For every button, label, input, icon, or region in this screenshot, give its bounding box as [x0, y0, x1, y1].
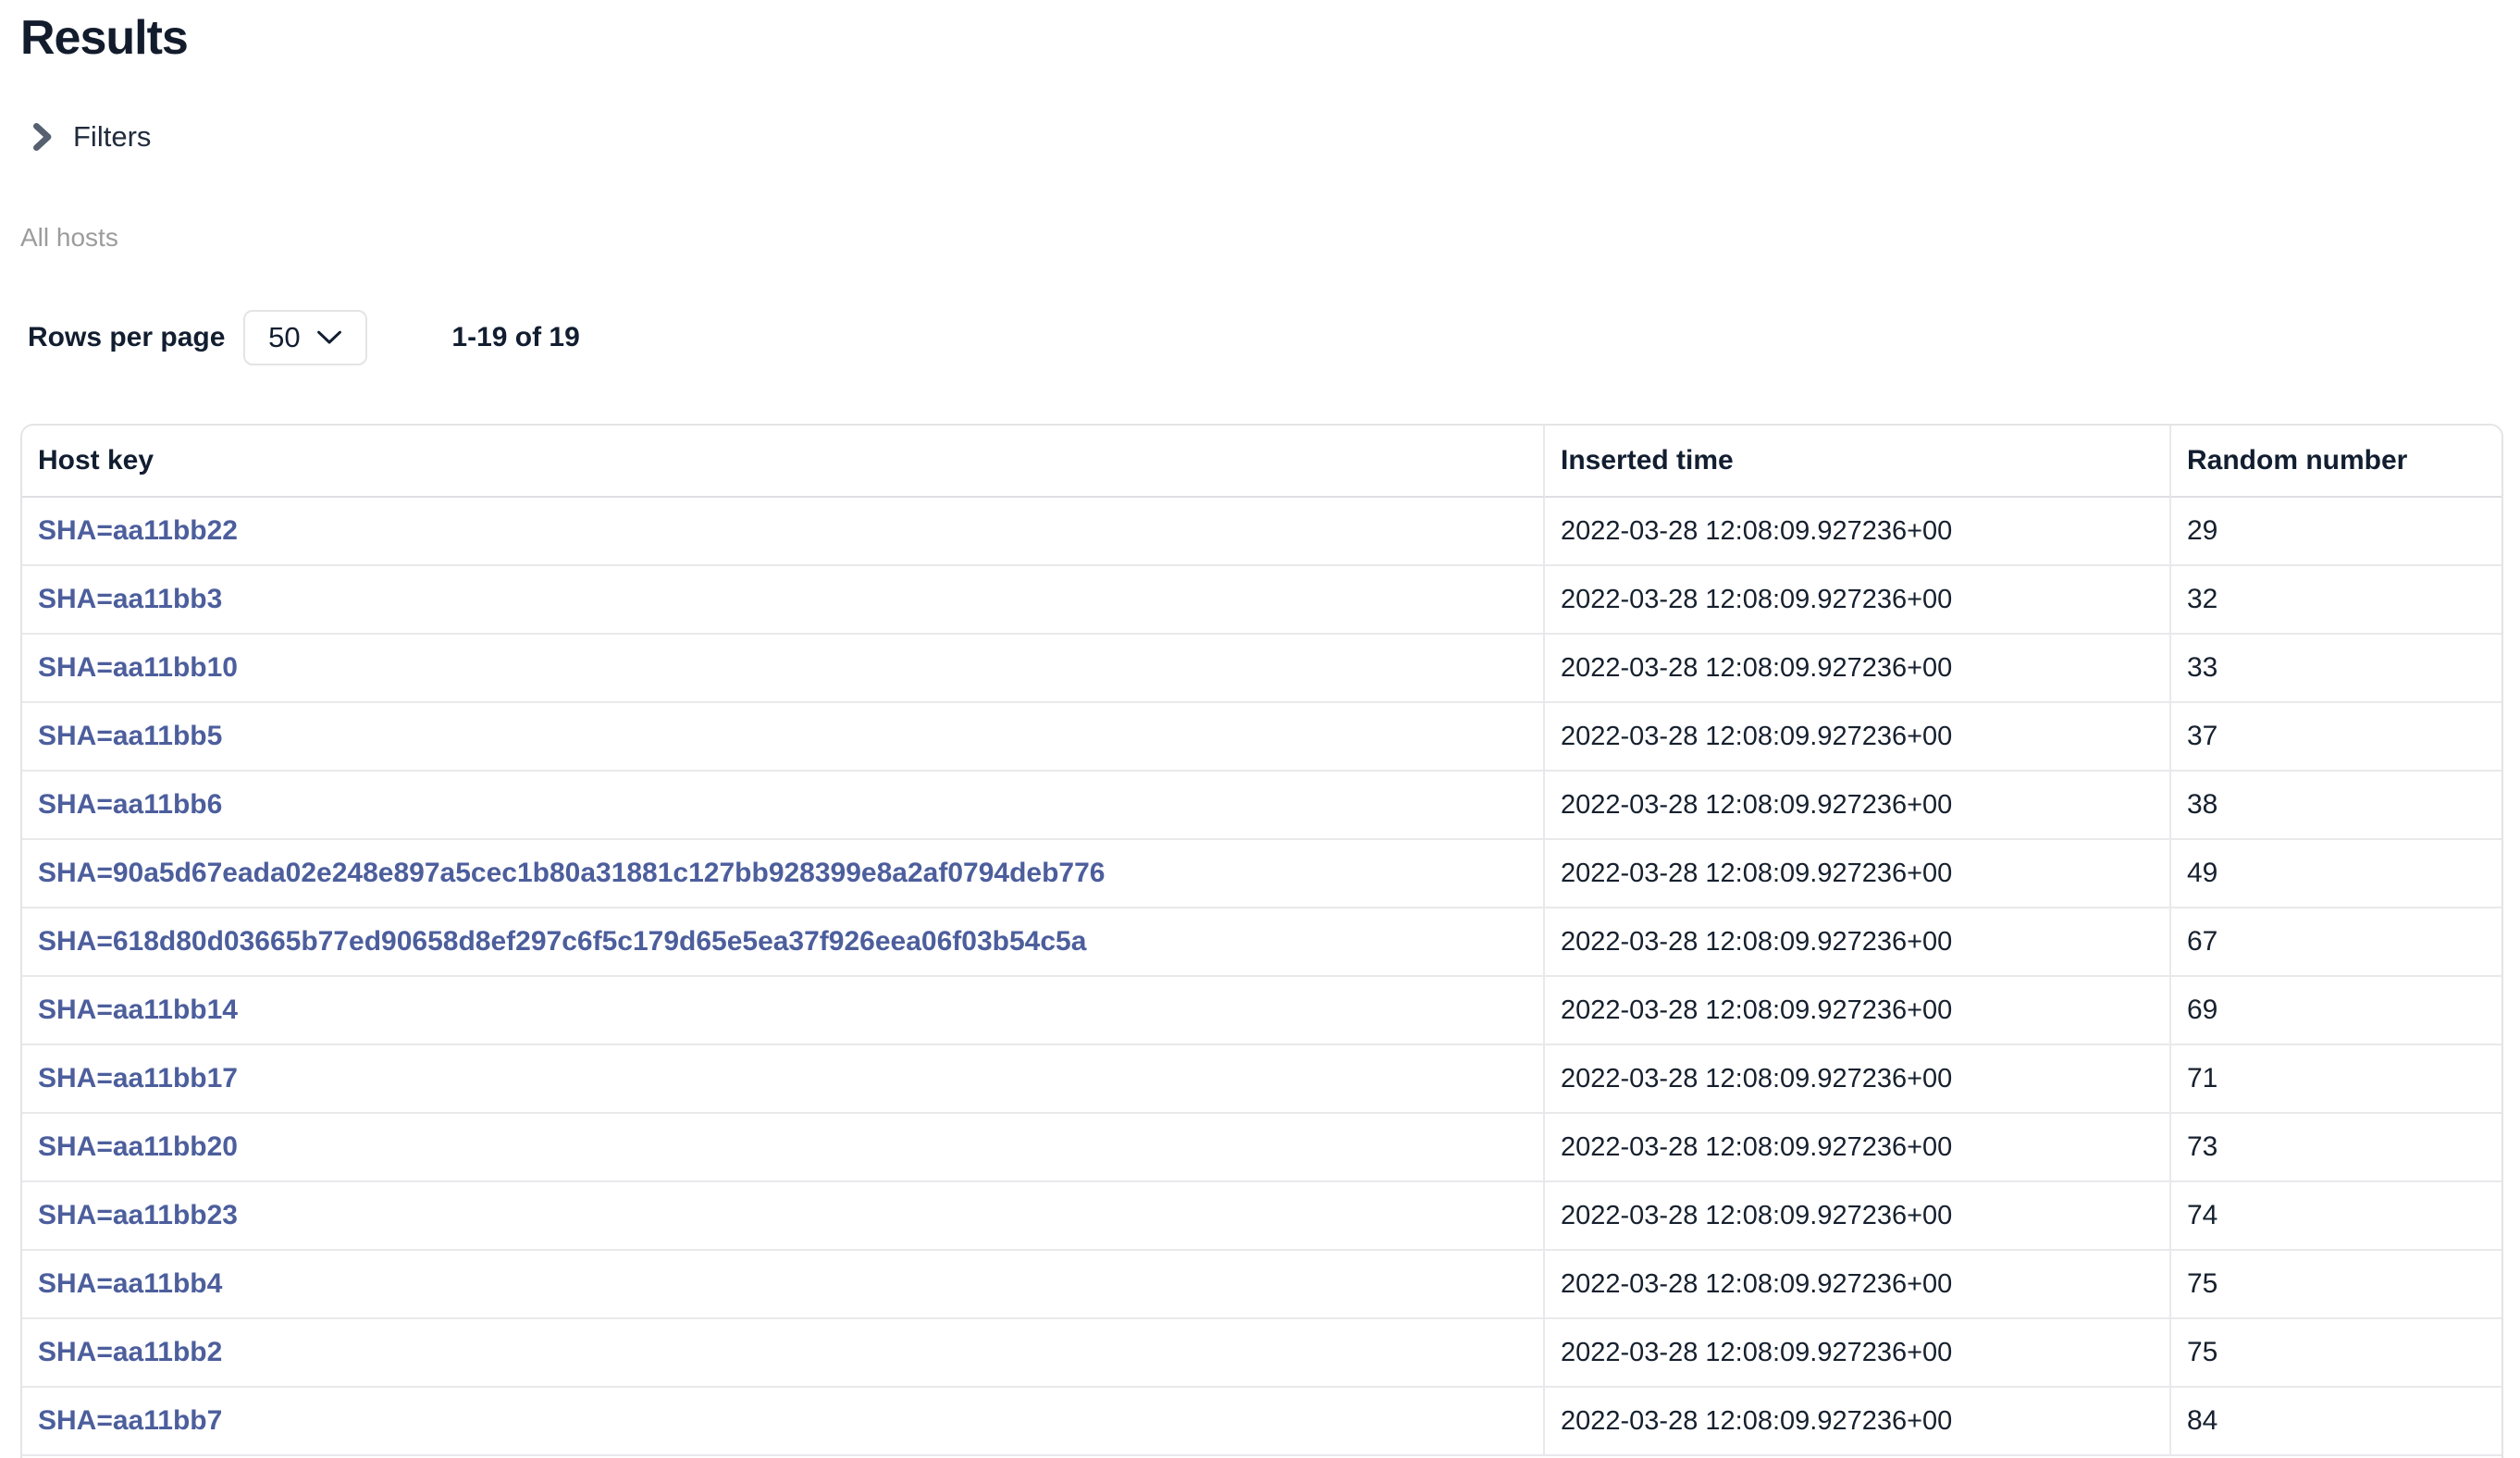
- host-key-cell: SHA=aa11bb6: [22, 772, 1545, 840]
- host-key-cell: SHA=aa11bb4: [22, 1251, 1545, 1319]
- host-key-cell: SHA=aa11bb3: [22, 566, 1545, 635]
- table-row: SHA=aa11bb17 2022-03-28 12:08:09.927236+…: [22, 1045, 2501, 1114]
- filters-expander[interactable]: Filters: [31, 120, 151, 154]
- table-header-row: Host key Inserted time Random number: [22, 426, 2501, 498]
- table-row: SHA=aa11bb20 2022-03-28 12:08:09.927236+…: [22, 1114, 2501, 1182]
- random-number-cell: 29: [2171, 498, 2501, 566]
- random-number-cell: 75: [2171, 1251, 2501, 1319]
- random-number-cell: 75: [2171, 1319, 2501, 1388]
- host-key-link[interactable]: SHA=aa11bb20: [38, 1131, 238, 1163]
- pagination-range-text: 1-19 of 19: [451, 322, 579, 353]
- host-key-cell: SHA=aa11bb22: [22, 498, 1545, 566]
- random-number-cell: 73: [2171, 1114, 2501, 1182]
- host-scope-label: All hosts: [20, 224, 2505, 252]
- host-key-cell: SHA=aa11bb2: [22, 1319, 1545, 1388]
- inserted-time-cell: 2022-03-28 12:08:09.927236+00: [1545, 1251, 2171, 1319]
- filters-label: Filters: [73, 120, 151, 154]
- host-key-link[interactable]: SHA=aa11bb6: [38, 789, 222, 821]
- page-title: Results: [20, 13, 2505, 63]
- random-number-cell: 37: [2171, 703, 2501, 772]
- host-key-cell: SHA=aa11bb17: [22, 1045, 1545, 1114]
- inserted-time-cell: 2022-03-28 12:08:09.927236+00: [1545, 1182, 2171, 1251]
- rows-per-page-select[interactable]: 50: [243, 310, 367, 365]
- random-number-cell: 69: [2171, 977, 2501, 1045]
- table-row: SHA=aa11bb4 2022-03-28 12:08:09.927236+0…: [22, 1251, 2501, 1319]
- inserted-time-cell: 2022-03-28 12:08:09.927236+00: [1545, 977, 2171, 1045]
- host-key-link[interactable]: SHA=aa11bb3: [38, 584, 222, 615]
- table-row: SHA=aa11bb14 2022-03-28 12:08:09.927236+…: [22, 977, 2501, 1045]
- table-row: SHA=aa11bb7 2022-03-28 12:08:09.927236+0…: [22, 1388, 2501, 1456]
- results-table: Host key Inserted time Random number SHA…: [20, 424, 2503, 1458]
- inserted-time-cell: 2022-03-28 12:08:09.927236+00: [1545, 1319, 2171, 1388]
- table-body: SHA=aa11bb22 2022-03-28 12:08:09.927236+…: [22, 498, 2501, 1456]
- host-key-link[interactable]: SHA=90a5d67eada02e248e897a5cec1b80a31881…: [38, 858, 1105, 889]
- chevron-down-icon: [315, 329, 343, 346]
- host-key-cell: SHA=aa11bb7: [22, 1388, 1545, 1456]
- rows-per-page-value: 50: [268, 321, 300, 354]
- host-key-link[interactable]: SHA=aa11bb22: [38, 515, 238, 547]
- inserted-time-cell: 2022-03-28 12:08:09.927236+00: [1545, 1388, 2171, 1456]
- results-page: Results Filters All hosts Rows per page …: [0, 13, 2520, 1458]
- table-row: SHA=aa11bb6 2022-03-28 12:08:09.927236+0…: [22, 772, 2501, 840]
- host-key-cell: SHA=90a5d67eada02e248e897a5cec1b80a31881…: [22, 840, 1545, 908]
- host-key-link[interactable]: SHA=aa11bb4: [38, 1268, 222, 1300]
- random-number-cell: 38: [2171, 772, 2501, 840]
- host-key-cell: SHA=aa11bb14: [22, 977, 1545, 1045]
- inserted-time-cell: 2022-03-28 12:08:09.927236+00: [1545, 1114, 2171, 1182]
- table-row: SHA=618d80d03665b77ed90658d8ef297c6f5c17…: [22, 908, 2501, 977]
- table-row: SHA=90a5d67eada02e248e897a5cec1b80a31881…: [22, 840, 2501, 908]
- host-key-link[interactable]: SHA=aa11bb2: [38, 1337, 222, 1368]
- pagination-controls: Rows per page 50 1-19 of 19: [20, 310, 2505, 365]
- inserted-time-cell: 2022-03-28 12:08:09.927236+00: [1545, 1045, 2171, 1114]
- random-number-cell: 33: [2171, 635, 2501, 703]
- host-key-link[interactable]: SHA=aa11bb17: [38, 1063, 238, 1094]
- host-key-link[interactable]: SHA=aa11bb5: [38, 721, 222, 752]
- host-key-cell: SHA=aa11bb20: [22, 1114, 1545, 1182]
- inserted-time-cell: 2022-03-28 12:08:09.927236+00: [1545, 703, 2171, 772]
- column-header-random-number: Random number: [2171, 426, 2501, 498]
- inserted-time-cell: 2022-03-28 12:08:09.927236+00: [1545, 498, 2171, 566]
- chevron-right-icon: [31, 122, 53, 152]
- random-number-cell: 67: [2171, 908, 2501, 977]
- rows-per-page-label: Rows per page: [28, 322, 225, 353]
- inserted-time-cell: 2022-03-28 12:08:09.927236+00: [1545, 840, 2171, 908]
- host-key-cell: SHA=aa11bb23: [22, 1182, 1545, 1251]
- inserted-time-cell: 2022-03-28 12:08:09.927236+00: [1545, 772, 2171, 840]
- random-number-cell: 49: [2171, 840, 2501, 908]
- random-number-cell: 71: [2171, 1045, 2501, 1114]
- inserted-time-cell: 2022-03-28 12:08:09.927236+00: [1545, 566, 2171, 635]
- table-row: SHA=aa11bb3 2022-03-28 12:08:09.927236+0…: [22, 566, 2501, 635]
- random-number-cell: 84: [2171, 1388, 2501, 1456]
- host-key-cell: SHA=aa11bb5: [22, 703, 1545, 772]
- table-row: SHA=aa11bb2 2022-03-28 12:08:09.927236+0…: [22, 1319, 2501, 1388]
- host-key-link[interactable]: SHA=618d80d03665b77ed90658d8ef297c6f5c17…: [38, 926, 1086, 958]
- host-key-link[interactable]: SHA=aa11bb10: [38, 652, 238, 684]
- table-row: SHA=aa11bb22 2022-03-28 12:08:09.927236+…: [22, 498, 2501, 566]
- host-key-cell: SHA=aa11bb10: [22, 635, 1545, 703]
- host-key-link[interactable]: SHA=aa11bb14: [38, 995, 238, 1026]
- host-key-cell: SHA=618d80d03665b77ed90658d8ef297c6f5c17…: [22, 908, 1545, 977]
- host-key-link[interactable]: SHA=aa11bb7: [38, 1405, 222, 1437]
- random-number-cell: 74: [2171, 1182, 2501, 1251]
- inserted-time-cell: 2022-03-28 12:08:09.927236+00: [1545, 635, 2171, 703]
- table-row: SHA=aa11bb10 2022-03-28 12:08:09.927236+…: [22, 635, 2501, 703]
- table-row: SHA=aa11bb5 2022-03-28 12:08:09.927236+0…: [22, 703, 2501, 772]
- random-number-cell: 32: [2171, 566, 2501, 635]
- table-row: SHA=aa11bb23 2022-03-28 12:08:09.927236+…: [22, 1182, 2501, 1251]
- column-header-host-key: Host key: [22, 426, 1545, 498]
- inserted-time-cell: 2022-03-28 12:08:09.927236+00: [1545, 908, 2171, 977]
- host-key-link[interactable]: SHA=aa11bb23: [38, 1200, 238, 1231]
- column-header-inserted-time: Inserted time: [1545, 426, 2171, 498]
